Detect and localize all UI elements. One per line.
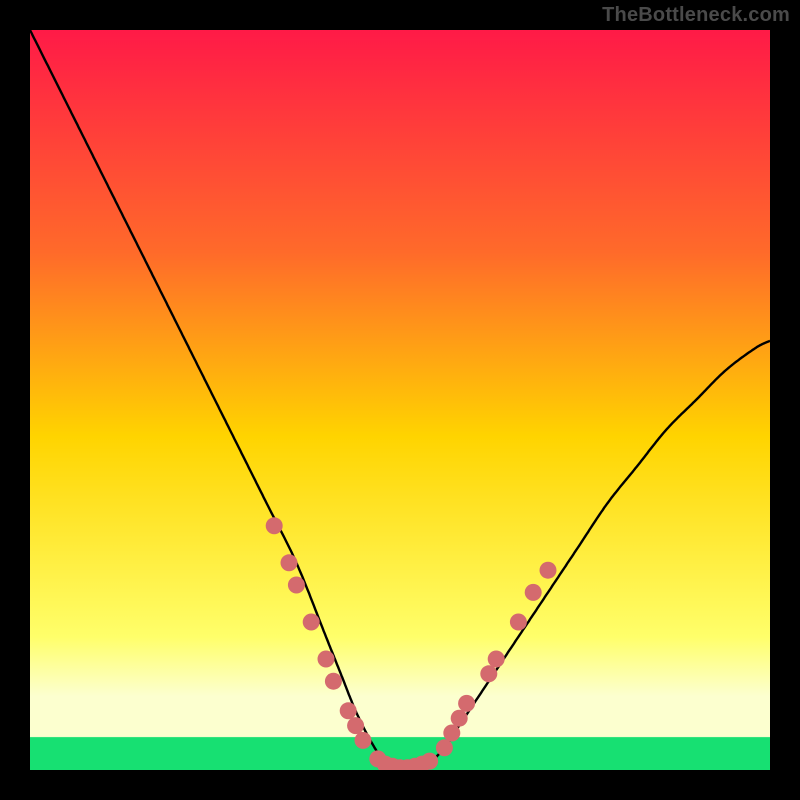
- data-marker: [540, 562, 557, 579]
- watermark-text: TheBottleneck.com: [602, 4, 790, 27]
- data-marker: [451, 710, 468, 727]
- data-marker: [458, 695, 475, 712]
- data-marker: [266, 517, 283, 534]
- data-marker: [443, 725, 460, 742]
- data-marker: [340, 702, 357, 719]
- data-marker: [303, 614, 320, 631]
- data-marker: [480, 665, 497, 682]
- data-marker: [347, 717, 364, 734]
- plot-area: [30, 30, 770, 770]
- data-marker: [525, 584, 542, 601]
- data-marker: [318, 651, 335, 668]
- data-marker: [421, 753, 438, 770]
- data-marker: [510, 614, 527, 631]
- bottleneck-curve: [30, 30, 770, 770]
- chart-frame: TheBottleneck.com: [0, 0, 800, 800]
- data-marker: [436, 739, 453, 756]
- data-marker: [288, 577, 305, 594]
- data-marker: [281, 554, 298, 571]
- curve-layer: [30, 30, 770, 770]
- data-marker: [325, 673, 342, 690]
- data-marker: [488, 651, 505, 668]
- data-marker: [355, 732, 372, 749]
